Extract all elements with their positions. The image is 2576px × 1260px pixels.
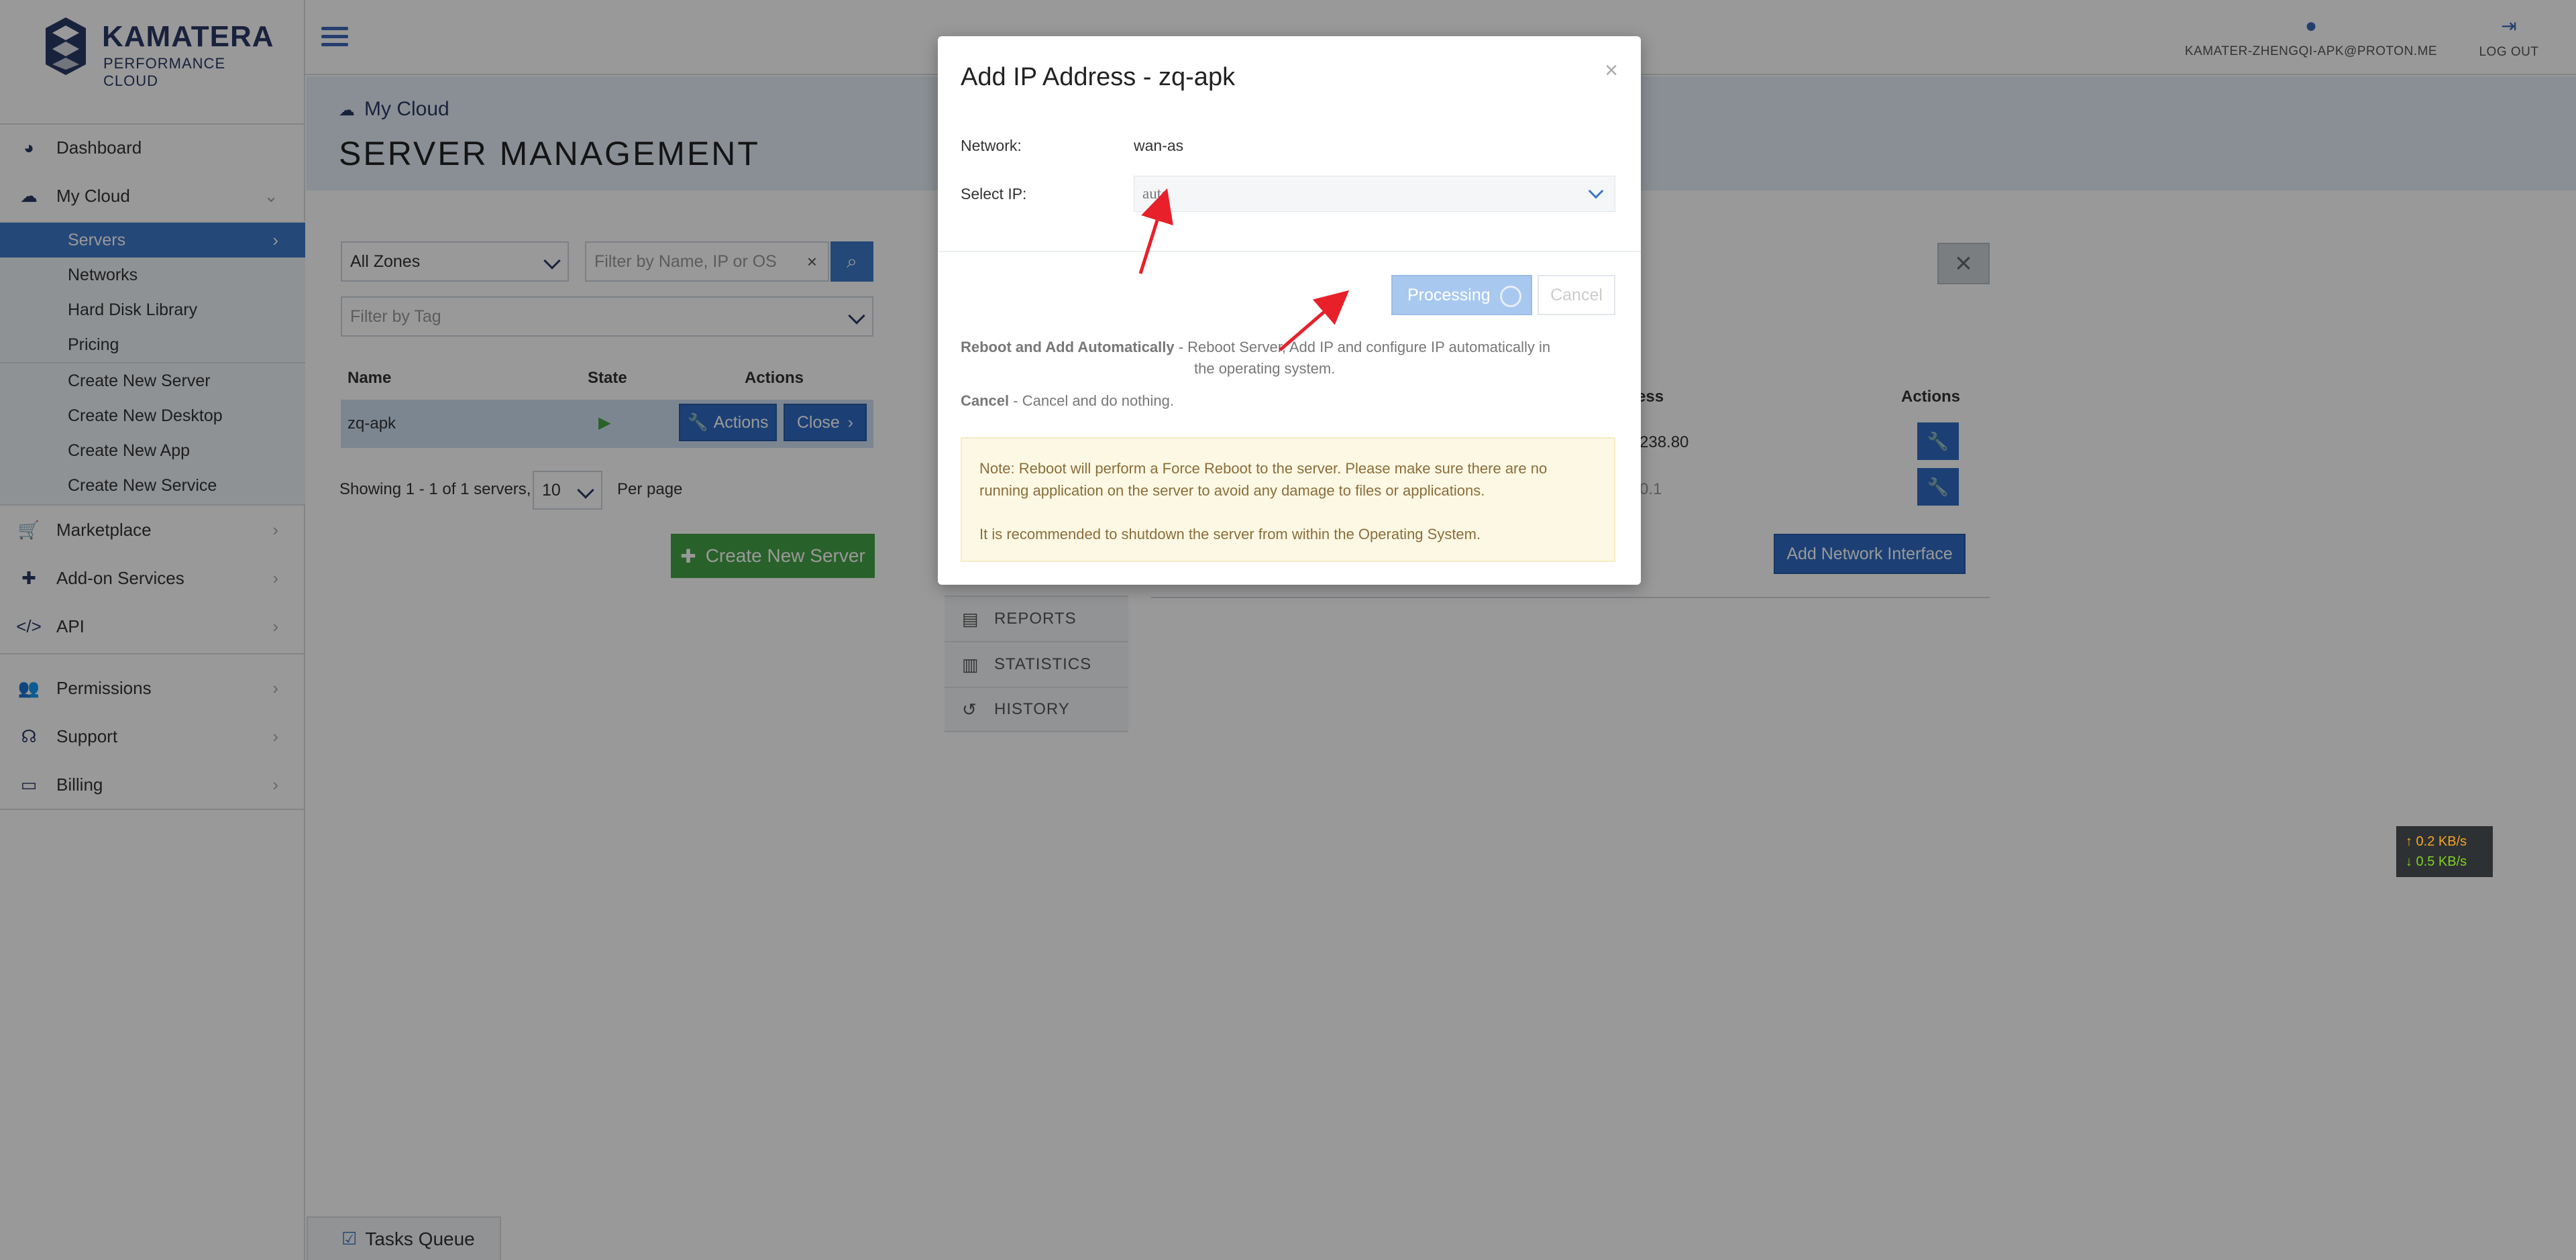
select-ip-dropdown[interactable]: auto <box>1134 176 1615 212</box>
note-line-2: It is recommended to shutdown the server… <box>979 526 1481 542</box>
modal-title: Add IP Address - zq-apk <box>961 63 1236 91</box>
app-root: KAMATERA PERFORMANCE CLOUD ◕ Dashboard ☁… <box>0 0 2576 1260</box>
network-value: wan-as <box>1134 137 1184 154</box>
reboot-title: Reboot and Add Automatically <box>961 339 1175 355</box>
reboot-description: Reboot and Add Automatically - Reboot Se… <box>961 337 1618 380</box>
warning-note: Note: Reboot will perform a Force Reboot… <box>961 437 1615 562</box>
cancel-description: Cancel - Cancel and do nothing. <box>961 390 1174 412</box>
processing-button[interactable]: Processing <box>1391 275 1532 315</box>
cancel-button[interactable]: Cancel <box>1538 275 1615 315</box>
processing-label: Processing <box>1407 285 1491 304</box>
network-label: Network: <box>961 137 1022 154</box>
add-ip-modal: Add IP Address - zq-apk × Network: wan-a… <box>938 36 1641 585</box>
reboot-desc: - Reboot Server, Add IP and configure IP… <box>1178 339 1551 355</box>
chevron-down-icon <box>1588 183 1604 199</box>
spinner-icon <box>1500 286 1521 307</box>
cancel-label: Cancel <box>1550 285 1603 304</box>
note-line-1: Note: Reboot will perform a Force Reboot… <box>979 460 1548 499</box>
cancel-desc: - Cancel and do nothing. <box>1013 392 1175 409</box>
network-speed-widget: ↑ 0.2 KB/s ↓ 0.5 KB/s <box>2396 826 2493 877</box>
reboot-desc-2: the operating system. <box>1194 360 1336 377</box>
download-speed: ↓ 0.5 KB/s <box>2406 854 2467 869</box>
select-ip-label: Select IP: <box>961 185 1027 203</box>
modal-divider <box>938 251 1641 252</box>
select-ip-value: auto <box>1142 185 1169 202</box>
cancel-title: Cancel <box>961 392 1010 409</box>
close-icon[interactable]: × <box>1605 58 1618 84</box>
upload-speed: ↑ 0.2 KB/s <box>2406 834 2467 849</box>
